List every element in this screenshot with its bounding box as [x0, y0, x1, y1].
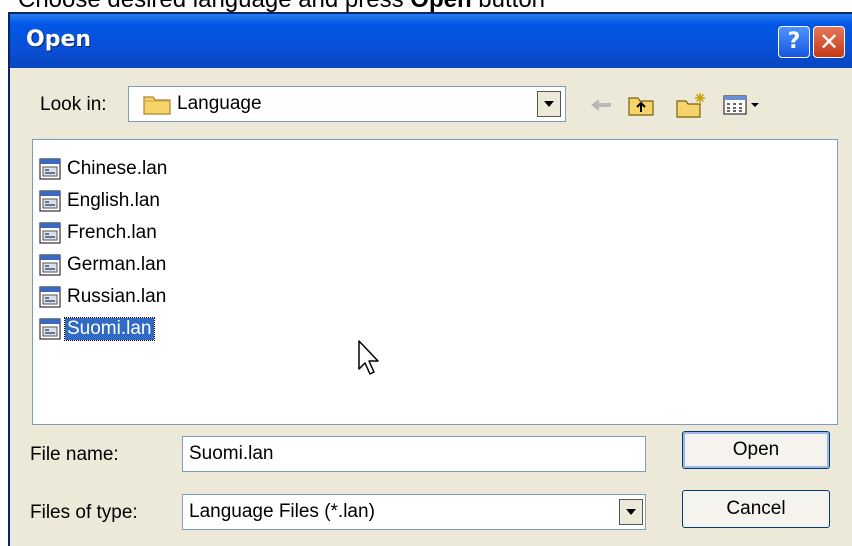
cancel-button[interactable]: Cancel	[682, 490, 830, 528]
file-name: Suomi.lan	[64, 317, 155, 341]
file-item[interactable]: English.lan	[39, 186, 162, 216]
files-of-type-combo[interactable]: Language Files (*.lan)	[182, 494, 646, 530]
file-item[interactable]: French.lan	[39, 218, 159, 248]
open-button[interactable]: Open	[682, 431, 830, 469]
help-button[interactable]: ?	[778, 26, 810, 58]
language-file-icon	[39, 222, 61, 244]
file-name: Chinese.lan	[67, 158, 168, 179]
view-menu-icon[interactable]	[722, 92, 762, 118]
chevron-down-icon	[544, 101, 554, 107]
language-file-icon	[39, 286, 61, 308]
language-file-icon	[39, 318, 61, 340]
file-name: Russian.lan	[67, 286, 167, 307]
file-item[interactable]: German.lan	[39, 250, 168, 280]
files-of-type-dropdown-button[interactable]	[619, 499, 643, 525]
file-name: English.lan	[67, 190, 160, 211]
file-name-input[interactable]: Suomi.lan	[182, 436, 646, 472]
look-in-label: Look in:	[40, 94, 107, 115]
new-folder-icon[interactable]	[674, 92, 708, 118]
folder-icon	[143, 93, 171, 120]
file-item[interactable]: Chinese.lan	[39, 154, 169, 184]
mouse-pointer-icon	[357, 339, 383, 382]
file-name-label: File name:	[30, 444, 119, 465]
file-name-value: Suomi.lan	[189, 443, 274, 464]
file-name: French.lan	[67, 222, 157, 243]
files-of-type-label: Files of type:	[30, 502, 138, 523]
dialog-title: Open	[26, 27, 92, 52]
title-bar[interactable]: Open ? ✕	[10, 14, 852, 68]
files-of-type-value: Language Files (*.lan)	[189, 501, 375, 522]
file-item[interactable]: Russian.lan	[39, 282, 168, 312]
file-item[interactable]: Suomi.lan	[39, 314, 155, 344]
open-dialog: Open ? ✕ Look in: Language Chinese.lan E…	[8, 12, 852, 546]
file-name: German.lan	[67, 254, 167, 275]
language-file-icon	[39, 254, 61, 276]
language-file-icon	[39, 158, 61, 180]
look-in-value: Language	[177, 93, 262, 114]
close-button[interactable]: ✕	[813, 26, 845, 58]
back-arrow-icon[interactable]	[588, 92, 614, 118]
up-folder-icon[interactable]	[626, 92, 656, 118]
file-list[interactable]: Chinese.lan English.lan French.lan German.l…	[32, 139, 838, 425]
chevron-down-icon	[626, 509, 636, 515]
look-in-dropdown-button[interactable]	[537, 91, 561, 117]
language-file-icon	[39, 190, 61, 212]
look-in-combo[interactable]: Language	[128, 86, 566, 122]
